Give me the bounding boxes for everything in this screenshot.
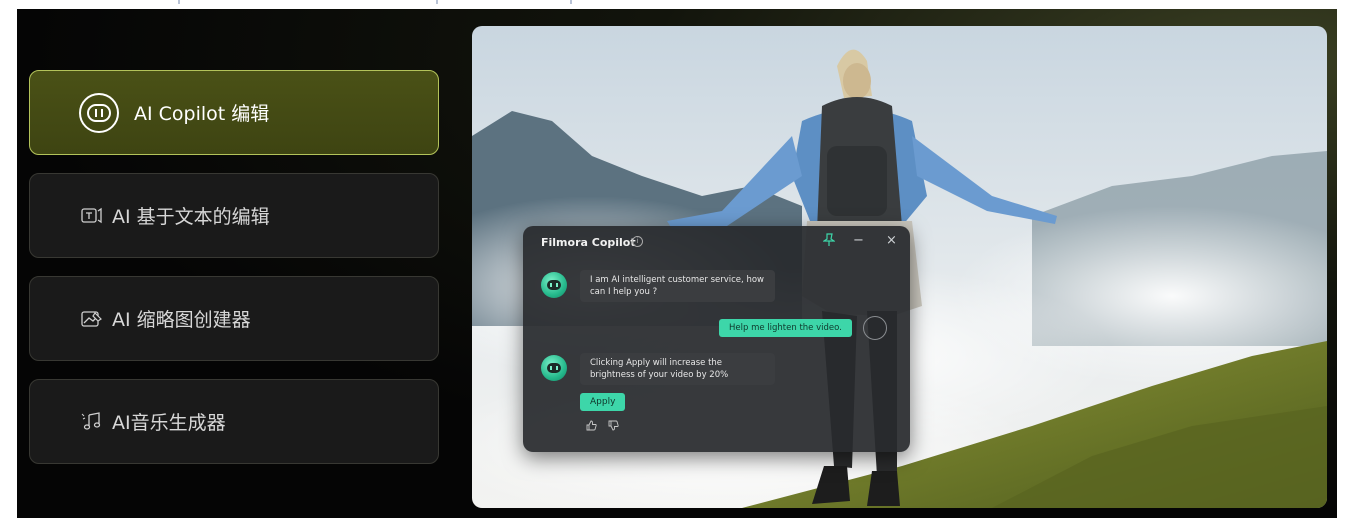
user-message-bubble: Help me lighten the video. bbox=[719, 319, 852, 337]
apply-button[interactable]: Apply bbox=[580, 393, 626, 411]
menu-item-text-based-editing[interactable]: AI 基于文本的编辑 bbox=[29, 173, 439, 258]
copilot-robot-icon bbox=[78, 92, 120, 134]
menu-item-label: AI 缩略图创建器 bbox=[112, 309, 251, 331]
menu-item-label: AI Copilot 编辑 bbox=[134, 103, 270, 125]
music-note-icon bbox=[80, 411, 102, 433]
bot-reply-bubble: Clicking Apply will increase the brightn… bbox=[580, 353, 775, 385]
top-strip bbox=[0, 0, 1352, 9]
bot-avatar bbox=[541, 272, 567, 298]
thumbs-up-icon[interactable] bbox=[585, 420, 597, 432]
menu-item-label: AI 基于文本的编辑 bbox=[112, 206, 270, 228]
menu-item-thumbnail-creator[interactable]: AI 缩略图创建器 bbox=[29, 276, 439, 361]
info-icon[interactable]: i bbox=[632, 236, 643, 247]
top-tick bbox=[570, 0, 572, 4]
text-edit-icon bbox=[80, 205, 102, 227]
thumbs-down-icon[interactable] bbox=[607, 420, 619, 432]
top-tick bbox=[178, 0, 180, 4]
user-avatar bbox=[863, 316, 887, 340]
menu-item-label: AI音乐生成器 bbox=[112, 412, 226, 434]
copilot-panel: Filmora Copilot i − × I am AI intelligen… bbox=[523, 226, 910, 452]
bot-avatar bbox=[541, 355, 567, 381]
minimize-button[interactable]: − bbox=[853, 233, 864, 249]
feature-showcase: AI Copilot 编辑 AI 基于文本的编辑 AI 缩略图创建器 AI音乐生… bbox=[17, 9, 1337, 518]
top-tick bbox=[436, 0, 438, 4]
pin-icon[interactable] bbox=[822, 233, 836, 252]
thumbnail-icon bbox=[80, 308, 102, 330]
copilot-title: Filmora Copilot bbox=[541, 236, 636, 249]
close-button[interactable]: × bbox=[886, 233, 897, 249]
menu-item-music-generator[interactable]: AI音乐生成器 bbox=[29, 379, 439, 464]
menu-item-ai-copilot[interactable]: AI Copilot 编辑 bbox=[29, 70, 439, 155]
bot-greeting-bubble: I am AI intelligent customer service, ho… bbox=[580, 270, 775, 302]
